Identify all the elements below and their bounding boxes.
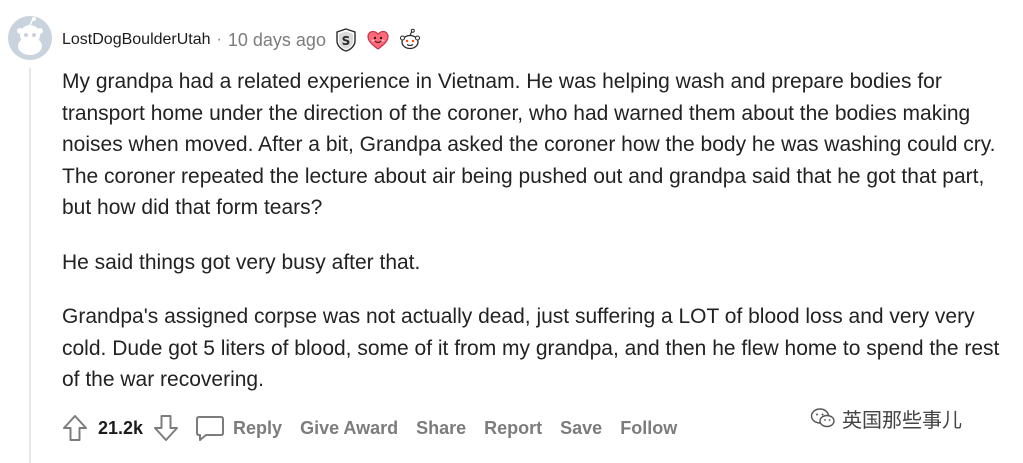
give-award-button[interactable]: Give Award <box>300 418 398 439</box>
comment-paragraph: He said things got very busy after that. <box>62 250 421 274</box>
follow-button[interactable]: Follow <box>620 418 677 439</box>
avatar[interactable] <box>8 16 52 60</box>
save-button[interactable]: Save <box>560 418 602 439</box>
downvote-button[interactable] <box>151 413 181 443</box>
comment-body: My grandpa had a related experience in V… <box>62 66 1002 419</box>
vote-score: 21.2k <box>98 417 144 438</box>
comment-paragraph: My grandpa had a related experience in V… <box>62 70 996 219</box>
snoo-avatar-icon <box>8 16 52 60</box>
username-link[interactable]: LostDogBoulderUtah <box>62 31 211 49</box>
snoo-hug-award-icon[interactable] <box>398 28 422 52</box>
report-button[interactable]: Report <box>484 418 542 439</box>
comment-paragraph: Grandpa's assigned corpse was not actual… <box>62 305 1000 391</box>
comment-actions: 21.2k Reply Give Award Share Report Save… <box>60 410 677 446</box>
share-button[interactable]: Share <box>416 418 466 439</box>
reply-button[interactable]: Reply <box>233 418 282 439</box>
silver-award-icon[interactable]: S <box>334 28 358 52</box>
svg-text:S: S <box>342 34 351 48</box>
reply-icon-button[interactable] <box>195 413 225 443</box>
downvote-arrow-icon <box>154 415 179 441</box>
comment-header: LostDogBoulderUtah · 10 days ago S <box>62 28 422 52</box>
thread-line[interactable] <box>29 68 31 463</box>
wholesome-heart-award-icon[interactable] <box>366 28 390 52</box>
upvote-arrow-icon <box>63 415 87 441</box>
separator-dot: · <box>216 31 222 48</box>
comment-bubble-icon <box>196 416 225 441</box>
watermark-text: 英国那些事儿 <box>842 409 962 432</box>
timestamp[interactable]: 10 days ago <box>228 30 326 51</box>
upvote-button[interactable] <box>60 413 90 443</box>
watermark: 英国那些事儿 <box>810 400 962 436</box>
wechat-icon <box>810 408 835 428</box>
